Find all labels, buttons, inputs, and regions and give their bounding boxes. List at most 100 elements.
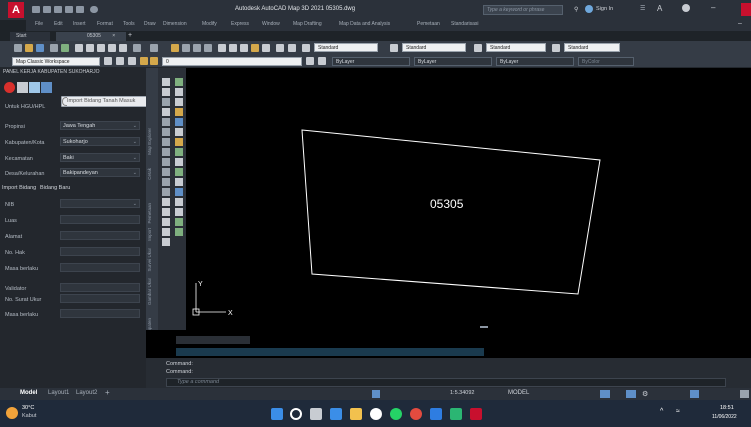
layer-previous-icon[interactable] <box>318 57 326 65</box>
chamfer-icon[interactable] <box>175 208 183 216</box>
grid-icon[interactable] <box>29 82 40 93</box>
tab-layout1[interactable]: Layout1 <box>48 390 69 396</box>
calculator-icon[interactable] <box>276 44 284 52</box>
tab-layout2[interactable]: Layout2 <box>76 390 97 396</box>
stop-icon[interactable] <box>4 82 15 93</box>
tab-start[interactable]: Start <box>10 32 50 41</box>
circle-icon[interactable] <box>162 128 170 136</box>
join-icon[interactable] <box>175 198 183 206</box>
annotation-monitor-icon[interactable] <box>690 390 699 398</box>
network-icon[interactable]: ≈ <box>676 408 680 415</box>
hatch-icon[interactable] <box>162 198 170 206</box>
make-current-icon[interactable] <box>306 57 314 65</box>
edge-icon[interactable] <box>330 408 342 420</box>
design-center-icon[interactable] <box>229 44 237 52</box>
layer-properties-icon[interactable] <box>116 57 124 65</box>
new-icon[interactable] <box>14 44 22 52</box>
redo-icon[interactable] <box>76 6 84 13</box>
task-view-icon[interactable] <box>310 408 322 420</box>
tab-model[interactable]: Model <box>20 390 37 396</box>
masa-berlaku-field[interactable] <box>60 263 140 272</box>
polygon-icon[interactable] <box>162 98 170 106</box>
command-input[interactable]: Type a command <box>166 378 726 387</box>
explode-icon[interactable] <box>175 228 183 236</box>
side-tab-cetak[interactable]: Cetak <box>147 168 152 180</box>
offset-icon[interactable] <box>175 108 183 116</box>
cut-icon[interactable] <box>75 44 83 52</box>
parcel-polygon[interactable] <box>301 129 601 295</box>
a360-icon[interactable]: A <box>657 4 662 13</box>
properties-icon[interactable] <box>218 44 226 52</box>
search-icon[interactable]: ⚲ <box>574 6 578 13</box>
gradient-icon[interactable] <box>162 208 170 216</box>
workspace-switch-icon[interactable] <box>626 390 636 398</box>
menu-edit[interactable]: Edit <box>54 21 63 27</box>
menu-map-data[interactable]: Map Data and Analysis <box>339 21 390 27</box>
new-tab-icon[interactable]: + <box>128 32 132 39</box>
autocad-logo[interactable]: A <box>8 2 24 18</box>
zoom-previous-icon[interactable] <box>204 44 212 52</box>
redo-icon[interactable] <box>150 44 158 52</box>
import-bidang-button[interactable]: Import Bidang Tanah Masuk <box>61 96 147 107</box>
validator-field[interactable] <box>60 283 140 292</box>
copy-icon[interactable] <box>86 44 94 52</box>
menu-express[interactable]: Express <box>231 21 249 27</box>
revcloud-icon[interactable] <box>162 138 170 146</box>
app-green-icon[interactable] <box>450 408 462 420</box>
rotate-icon[interactable] <box>175 138 183 146</box>
start-icon[interactable] <box>271 408 283 420</box>
mleader-style-select[interactable]: Standard <box>564 43 620 52</box>
nib-select[interactable]: ⌄ <box>60 199 140 208</box>
tab-05305[interactable]: 05305 × <box>56 32 126 41</box>
desa-select[interactable]: Bakipandeyan ⌄ <box>60 168 140 177</box>
minimize-button[interactable]: – <box>711 3 715 12</box>
spline-icon[interactable] <box>162 148 170 156</box>
plotstyle-select[interactable]: ByColor <box>578 57 634 66</box>
whatsapp-icon[interactable] <box>390 408 402 420</box>
undo-icon[interactable] <box>133 44 141 52</box>
menu-tools[interactable]: Tools <box>123 21 135 27</box>
new-icon[interactable] <box>32 6 40 13</box>
osnap-icon[interactable] <box>600 390 610 398</box>
point-icon[interactable] <box>162 188 170 196</box>
match-properties-icon[interactable] <box>108 44 116 52</box>
region-icon[interactable] <box>162 218 170 226</box>
share-icon[interactable] <box>90 6 98 13</box>
mirror-icon[interactable] <box>175 98 183 106</box>
plot-icon[interactable] <box>50 44 58 52</box>
cart-icon[interactable]: ☰ <box>640 5 645 12</box>
side-tab-survei-ukur[interactable]: Survei Ukur <box>147 248 152 272</box>
edit-icon[interactable] <box>17 82 28 93</box>
side-tab-pemetaan[interactable]: Pemetaan <box>147 203 152 224</box>
color-select[interactable]: ByLayer <box>332 57 410 66</box>
array-icon[interactable] <box>175 118 183 126</box>
autocad-taskbar-icon[interactable] <box>470 408 482 420</box>
tray-overflow-icon[interactable]: ^ <box>660 408 663 415</box>
kabupaten-select[interactable]: Sukoharjo ⌄ <box>60 137 140 146</box>
text-style-select[interactable]: Standard <box>314 43 378 52</box>
open-icon[interactable] <box>25 44 33 52</box>
gear-icon[interactable]: ⚙ <box>642 390 648 398</box>
table-icon[interactable] <box>162 228 170 236</box>
maps-icon[interactable] <box>410 408 422 420</box>
workspace-settings-icon[interactable] <box>104 57 112 65</box>
doc-minimize-button[interactable]: – <box>738 20 742 27</box>
arc-icon[interactable] <box>162 118 170 126</box>
model-space-button[interactable]: MODEL <box>508 390 529 396</box>
menu-map-drafting[interactable]: Map Drafting <box>293 21 322 27</box>
customize-icon[interactable] <box>740 390 749 398</box>
menu-dimension[interactable]: Dimension <box>163 21 187 27</box>
make-block-icon[interactable] <box>162 178 170 186</box>
canvas-scrollbar[interactable] <box>480 326 488 328</box>
dim-style-select[interactable]: Standard <box>402 43 466 52</box>
dim-style-icon[interactable] <box>390 44 398 52</box>
undo-icon[interactable] <box>65 6 73 13</box>
insert-block-icon[interactable] <box>162 168 170 176</box>
menu-format[interactable]: Format <box>97 21 113 27</box>
block-editor-icon[interactable] <box>119 44 127 52</box>
workspace-select[interactable]: Map Classic Workspace <box>12 57 100 66</box>
masa-berlaku-2-field[interactable] <box>60 309 140 318</box>
menu-standarisasi[interactable]: Standarisasi <box>451 21 479 27</box>
trim-icon[interactable] <box>175 168 183 176</box>
no-surat-ukur-field[interactable] <box>60 294 140 303</box>
